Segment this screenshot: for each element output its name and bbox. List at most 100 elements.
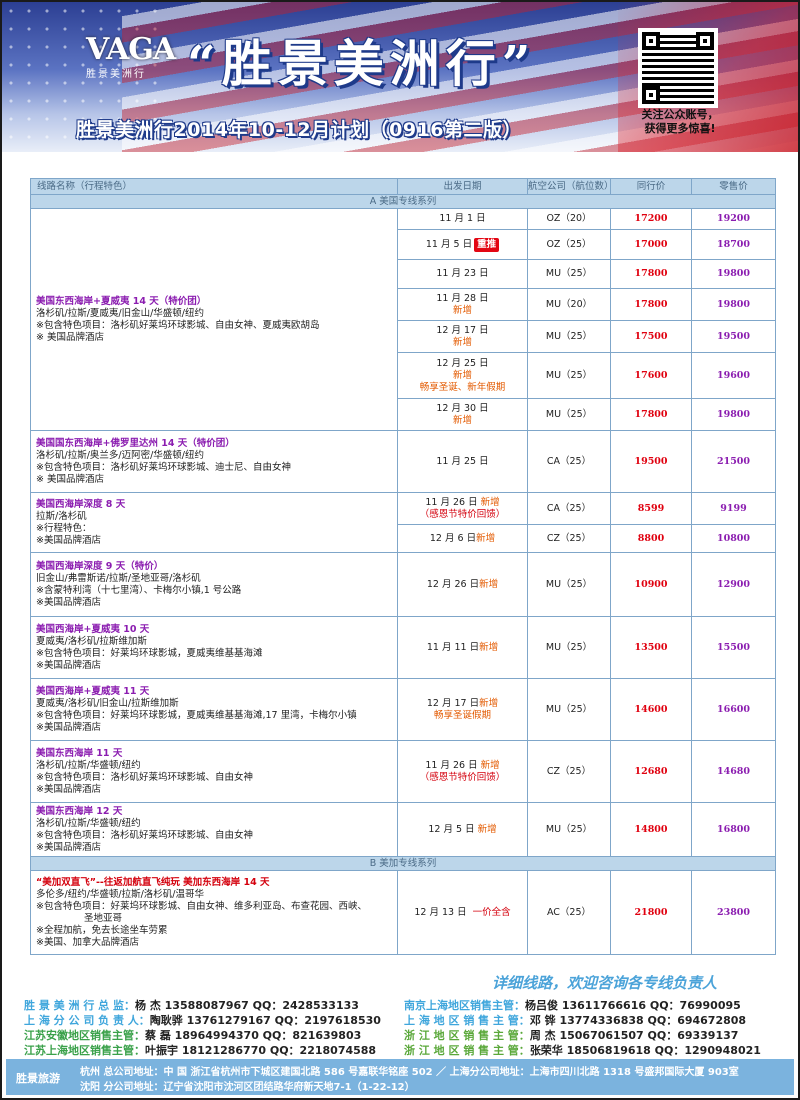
- contact-item: 胜 景 美 洲 行 总 监：杨 杰 13588087967 QQ：2428533…: [24, 998, 404, 1013]
- trade-price-cell: 21800: [610, 870, 692, 955]
- column-header-route: 线路名称（行程特色）: [30, 178, 398, 195]
- contact-role: 胜 景 美 洲 行 总 监：: [24, 999, 135, 1012]
- retail-price-cell: 10800: [691, 524, 776, 553]
- contact-role: 南京上海地区销售主管：: [404, 999, 525, 1012]
- section-row-b: B 美加专线系列: [30, 856, 776, 871]
- route-hotel: ※ 美国品牌酒店: [36, 473, 104, 485]
- new-tag: 新增: [452, 336, 472, 348]
- retail-price-cell: 9199: [691, 492, 776, 525]
- route-hotel: ※ 美国品牌酒店: [36, 331, 104, 343]
- route-hotel: ※美国品牌酒店: [36, 721, 101, 733]
- address-line-1: 杭州 总公司地址：中 国 浙江省杭州市下城区建国北路 586 号嘉联华铭座 50…: [80, 1067, 739, 1078]
- logo-text: VAGA: [86, 32, 176, 67]
- trade-price-cell: 17000: [610, 229, 692, 260]
- new-tag: 新增: [480, 759, 500, 771]
- trade-price-cell: 17800: [610, 288, 692, 321]
- route-flight-note: ※全程加航，免去长途坐车劳累: [36, 924, 168, 936]
- route-cell: 美国国东西海岸+佛罗里达州 14 天（特价团） 洛杉矶/拉斯/奥兰多/迈阿密/华…: [30, 430, 398, 493]
- airline-cell: AC（25）: [527, 870, 611, 955]
- address-line-2: 沈阳 分公司地址：辽宁省沈阳市沈河区团结路华府新天地7-1（1-22-12）: [80, 1082, 415, 1093]
- column-header-airline: 航空公司（航位数）: [527, 178, 614, 195]
- airline-cell: MU（25）: [527, 398, 611, 431]
- trade-price-cell: 17500: [610, 320, 692, 353]
- airline-cell: MU（25）: [527, 802, 611, 857]
- date-text: 11 月 5 日: [425, 238, 473, 250]
- new-tag: 新增: [476, 532, 496, 544]
- route-feature: ※包含特色项目：好莱坞环球影城、自由女神、维多利亚岛、布查花园、西峡、: [36, 900, 367, 912]
- date-text: 12 月 13 日: [414, 906, 467, 918]
- trade-price-cell: 17200: [610, 208, 692, 230]
- airline-cell: MU（25）: [527, 678, 611, 741]
- date-cell: 12 月 5 日 新增: [397, 802, 528, 857]
- airline-cell: OZ（25）: [527, 229, 611, 260]
- recommend-badge: 重推: [474, 237, 500, 252]
- table-row: 美国西海岸+夏威夷 10 天 夏威夷/洛杉矶/拉斯维加斯 ※包含特色项目：好莱坞…: [30, 616, 776, 679]
- route-cities: 旧金山/弗雷斯诺/拉斯/圣地亚哥/洛杉矶: [36, 572, 201, 584]
- airline-cell: MU（25）: [527, 552, 611, 617]
- contact-list: 胜 景 美 洲 行 总 监：杨 杰 13588087967 QQ：2428533…: [24, 998, 784, 1058]
- column-header-trade-price: 同行价: [610, 178, 692, 195]
- consult-banner: 详细线路，欢迎咨询各专线负责人: [492, 974, 718, 992]
- contact-role: 浙 江 地 区 销 售 主 管：: [404, 1044, 530, 1057]
- contact-item: 南京上海地区销售主管：杨吕俊 13611766616 QQ：76990095: [404, 998, 784, 1013]
- contact-info: 陶耿骅 13761279167 QQ：2197618530: [149, 1014, 381, 1027]
- page-title: “胜景美洲行”: [187, 34, 537, 93]
- trade-price-cell: 17600: [610, 352, 692, 399]
- airline-cell: CA（25）: [527, 430, 611, 493]
- date-cell: 12 月 17 日新增: [397, 320, 528, 353]
- retail-price-cell: 14680: [691, 740, 776, 803]
- airline-cell: MU（25）: [527, 352, 611, 399]
- date-cell: 11 月 26 日 新增 （感恩节特价回馈）: [397, 740, 528, 803]
- route-cities: 夏威夷/洛杉矶/旧金山/拉斯维加斯: [36, 697, 179, 709]
- qr-note: 关注公众账号， 获得更多惊喜!: [632, 108, 728, 136]
- route-cell: 美国东西海岸+夏威夷 14 天（特价团） 洛杉矶/拉斯/夏威夷/旧金山/华盛顿/…: [30, 208, 398, 431]
- date-cell: 11 月 1 日: [397, 208, 528, 230]
- logo: VAGA 胜景美洲行: [86, 32, 176, 84]
- trade-price-cell: 17800: [610, 398, 692, 431]
- tour-schedule-table: 线路名称（行程特色） 出发日期 航空公司（航位数） 同行价 零售价 A 美国专线…: [30, 178, 776, 955]
- contact-info: 叶振宇 18121286770 QQ：2218074588: [145, 1044, 377, 1057]
- date-text: 12 月 26 日: [426, 578, 480, 590]
- trade-price-cell: 14800: [610, 802, 692, 857]
- route-feature: ※包含特色项目：好莱坞环球影城，夏威夷维基基海滩,17 里湾，卡梅尔小镇: [36, 709, 357, 721]
- route-cities: 夏威夷/洛杉矶/拉斯维加斯: [36, 635, 147, 647]
- airline-cell: MU（20）: [527, 288, 611, 321]
- route-cell: 美国西海岸+夏威夷 11 天 夏威夷/洛杉矶/旧金山/拉斯维加斯 ※包含特色项目…: [30, 678, 398, 741]
- contact-role: 浙 江 地 区 销 售 主 管：: [404, 1029, 530, 1042]
- date-cell: 12 月 26 日新增: [397, 552, 528, 617]
- airline-cell: CZ（25）: [527, 524, 611, 553]
- contact-info: 邓 铧 13774336838 QQ：694672808: [529, 1014, 747, 1027]
- retail-price-cell: 12900: [691, 552, 776, 617]
- retail-price-cell: 19200: [691, 208, 776, 230]
- trade-price-cell: 14600: [610, 678, 692, 741]
- route-cell: “美加双直飞”--往返加航直飞纯玩 美加东西海岸 14 天 多伦多/纽约/华盛顿…: [30, 870, 398, 955]
- trade-price-cell: 8800: [610, 524, 692, 553]
- retail-price-cell: 19800: [691, 259, 776, 289]
- date-text: 12 月 6 日: [429, 532, 477, 544]
- airline-cell: MU（25）: [527, 320, 611, 353]
- airline-cell: CA（25）: [527, 492, 611, 525]
- route-cell: 美国西海岸+夏威夷 10 天 夏威夷/洛杉矶/拉斯维加斯 ※包含特色项目：好莱坞…: [30, 616, 398, 679]
- retail-price-cell: 23800: [691, 870, 776, 955]
- trade-price-cell: 17800: [610, 259, 692, 289]
- route-cities: 洛杉矶/拉斯/夏威夷/旧金山/华盛顿/纽约: [36, 307, 205, 319]
- retail-price-cell: 19500: [691, 320, 776, 353]
- date-cell: 11 月 26 日 新增 （感恩节特价回馈）: [397, 492, 528, 525]
- contact-item: 江苏上海地区销售主管：叶振宇 18121286770 QQ：2218074588: [24, 1043, 404, 1058]
- route-cell: 美国西海岸深度 9 天（特价） 旧金山/弗雷斯诺/拉斯/圣地亚哥/洛杉矶 ※含蒙…: [30, 552, 398, 617]
- header-banner: VAGA 胜景美洲行 “胜景美洲行” 关注公众账号， 获得更多惊喜! 胜景美洲行…: [2, 2, 798, 152]
- route-cities: 洛杉矶/拉斯/华盛顿/纽约: [36, 759, 141, 771]
- date-text: 12 月 17 日: [426, 697, 480, 709]
- route-name: 美国西海岸深度 8 天: [36, 498, 126, 510]
- route-name: 美国西海岸+夏威夷 11 天: [36, 685, 150, 697]
- table-row: “美加双直飞”--往返加航直飞纯玩 美加东西海岸 14 天 多伦多/纽约/华盛顿…: [30, 870, 776, 955]
- route-cities: 洛杉矶/拉斯/华盛顿/纽约: [36, 817, 141, 829]
- table-row: 美国东西海岸 11 天 洛杉矶/拉斯/华盛顿/纽约 ※包含特色项目：洛杉矶好莱坞…: [30, 740, 776, 803]
- retail-price-cell: 19600: [691, 352, 776, 399]
- date-cell: 12 月 13 日 一价全含: [397, 870, 528, 955]
- route-feature-cont: 圣地亚哥: [84, 912, 123, 924]
- trade-price-cell: 19500: [610, 430, 692, 493]
- date-cell: 11 月 25 日: [397, 430, 528, 493]
- route-feature: ※包含特色项目：洛杉矶好莱坞环球影城、迪士尼、自由女神: [36, 461, 291, 473]
- route-feature: ※行程特色：: [36, 522, 92, 534]
